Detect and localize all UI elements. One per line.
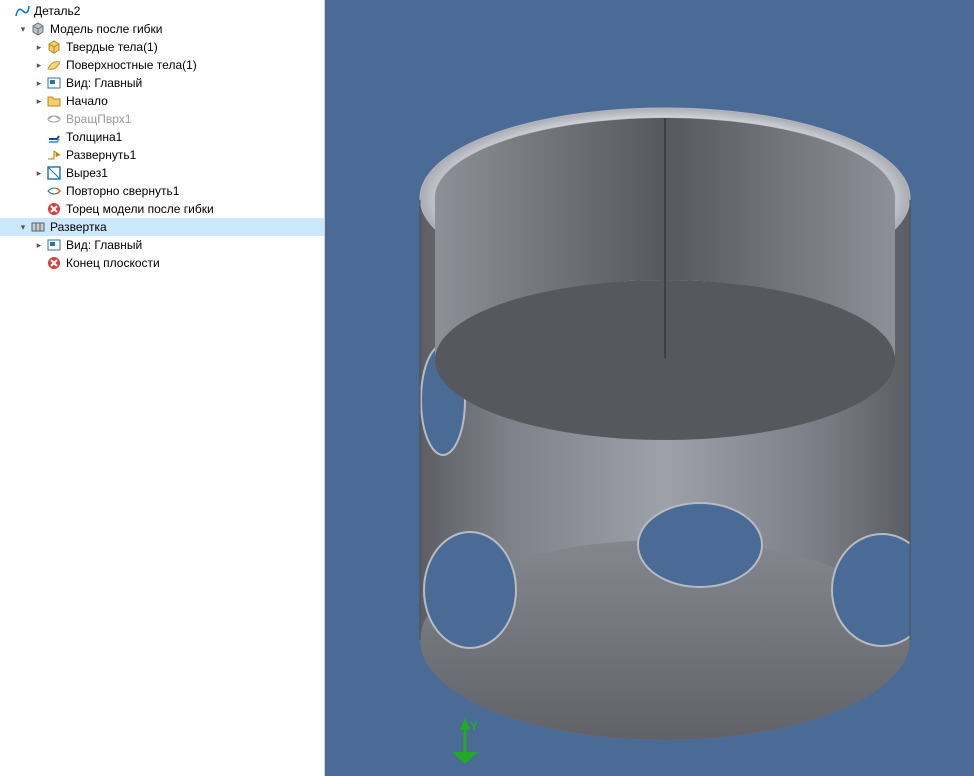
expander-icon[interactable]: ▸ (32, 238, 46, 252)
tree-item-label: Повторно свернуть1 (66, 183, 179, 199)
tree-item-label: Твердые тела(1) (66, 39, 158, 55)
unfold-icon (46, 147, 62, 163)
tree-item-label: Поверхностные тела(1) (66, 57, 197, 73)
view-icon (46, 237, 62, 253)
tree-item-label: Деталь2 (34, 3, 80, 19)
tree-item-label: Вырез1 (66, 165, 108, 181)
expander-icon[interactable]: ▸ (32, 76, 46, 90)
tree-item-cut[interactable]: ▸ Вырез1 (0, 164, 324, 182)
expander-icon[interactable]: ▾ (16, 22, 30, 36)
axis-label-y: Y (470, 719, 478, 733)
tree-item-unfold[interactable]: Развернуть1 (0, 146, 324, 164)
revolve-surf-icon (46, 111, 62, 127)
tree-item-label: Модель после гибки (50, 21, 163, 37)
feature-tree[interactable]: Деталь2 ▾ Модель после гибки ▸ Твердые т… (0, 0, 325, 776)
expander-icon[interactable]: ▸ (32, 166, 46, 180)
tree-item-view-main[interactable]: ▸ Вид: Главный (0, 74, 324, 92)
expander-icon[interactable]: ▾ (16, 220, 30, 234)
tree-item-thickness[interactable]: Толщина1 (0, 128, 324, 146)
folder-icon (46, 93, 62, 109)
tree-item-origin[interactable]: ▸ Начало (0, 92, 324, 110)
tree-item-solids[interactable]: ▸ Твердые тела(1) (0, 38, 324, 56)
tree-item-refold[interactable]: Повторно свернуть1 (0, 182, 324, 200)
3d-model (325, 0, 974, 776)
curve-icon (14, 3, 30, 19)
tree-item-label: Вид: Главный (66, 75, 142, 91)
tree-item-label: Развернуть1 (66, 147, 136, 163)
flat-pattern-icon (30, 219, 46, 235)
expander-icon[interactable]: ▸ (32, 94, 46, 108)
cut-icon (46, 165, 62, 181)
tree-item-root[interactable]: Деталь2 (0, 2, 324, 20)
tree-item-label: Конец плоскости (66, 255, 160, 271)
tree-item-model-after-bend[interactable]: ▾ Модель после гибки (0, 20, 324, 38)
tree-item-label: Вид: Главный (66, 237, 142, 253)
tree-item-label: Торец модели после гибки (66, 201, 214, 217)
view-icon (46, 75, 62, 91)
tree-item-label: ВращПврх1 (66, 111, 131, 127)
orientation-triad[interactable]: Y (440, 716, 490, 766)
tree-item-label: Развертка (50, 219, 107, 235)
tree-item-revolve-surface[interactable]: ВращПврх1 (0, 110, 324, 128)
refold-icon (46, 183, 62, 199)
tree-item-label: Толщина1 (66, 129, 122, 145)
surface-body-icon (46, 57, 62, 73)
tree-item-flat-view[interactable]: ▸ Вид: Главный (0, 236, 324, 254)
solid-body-icon (46, 39, 62, 55)
tree-item-end-plane[interactable]: Конец плоскости (0, 254, 324, 272)
expander-icon[interactable]: ▸ (32, 40, 46, 54)
tree-item-label: Начало (66, 93, 108, 109)
expander-icon[interactable]: ▸ (32, 58, 46, 72)
tree-item-surfaces[interactable]: ▸ Поверхностные тела(1) (0, 56, 324, 74)
tree-item-flat-pattern[interactable]: ▾ Развертка (0, 218, 324, 236)
3d-viewport[interactable]: Y (325, 0, 974, 776)
tree-item-end-bend[interactable]: Торец модели после гибки (0, 200, 324, 218)
thicken-icon (46, 129, 62, 145)
stop-icon (46, 255, 62, 271)
stop-icon (46, 201, 62, 217)
gray-cube-icon (30, 21, 46, 37)
